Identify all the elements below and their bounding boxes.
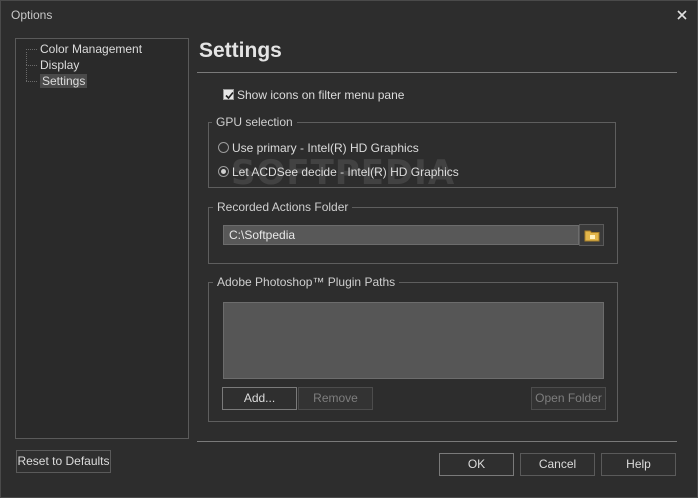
plugin-paths-list[interactable] [223,302,604,379]
tree-connector [26,49,37,50]
options-tree: Color Management Display Settings [15,38,189,439]
footer-divider [197,441,677,442]
window-title: Options [11,8,53,22]
close-icon [677,10,687,20]
radio-button[interactable] [218,142,229,153]
add-plugin-path-button[interactable]: Add... [222,387,297,410]
tree-connector [26,52,27,65]
page-title: Settings [199,39,282,62]
tree-item-label: Display [40,58,80,72]
remove-plugin-path-button[interactable]: Remove [298,387,373,410]
options-dialog: Options Color Management Display Setting… [0,0,698,498]
close-button[interactable] [673,6,691,24]
tree-item-settings[interactable]: Settings [26,68,88,88]
tree-item-label: Settings [40,74,88,88]
watermark: SOFTPEDIA [231,153,456,193]
tree-connector [26,81,37,82]
tree-connector [26,68,27,81]
tree-item-color-management[interactable]: Color Management [26,42,142,56]
recorded-actions-path-input[interactable]: C:\Softpedia [223,225,579,245]
tree-connector [26,65,37,66]
recorded-actions-title: Recorded Actions Folder [213,200,353,214]
ok-button[interactable]: OK [439,453,514,476]
radio-button[interactable] [218,166,229,177]
help-button[interactable]: Help [601,453,676,476]
checkmark-icon [225,91,234,100]
tree-item-display[interactable]: Display [26,52,80,72]
open-folder-button[interactable]: Open Folder [531,387,606,410]
show-icons-label: Show icons on filter menu pane [237,88,405,102]
title-divider [197,72,677,73]
reset-to-defaults-button[interactable]: Reset to Defaults [16,450,111,473]
folder-icon [584,230,600,242]
gpu-selection-title: GPU selection [212,115,297,129]
plugin-paths-title: Adobe Photoshop™ Plugin Paths [213,275,400,289]
browse-folder-button[interactable] [579,224,604,246]
show-icons-checkbox[interactable] [223,89,234,100]
tree-item-label: Color Management [40,42,143,56]
title-bar: Options [1,1,697,29]
cancel-button[interactable]: Cancel [520,453,595,476]
